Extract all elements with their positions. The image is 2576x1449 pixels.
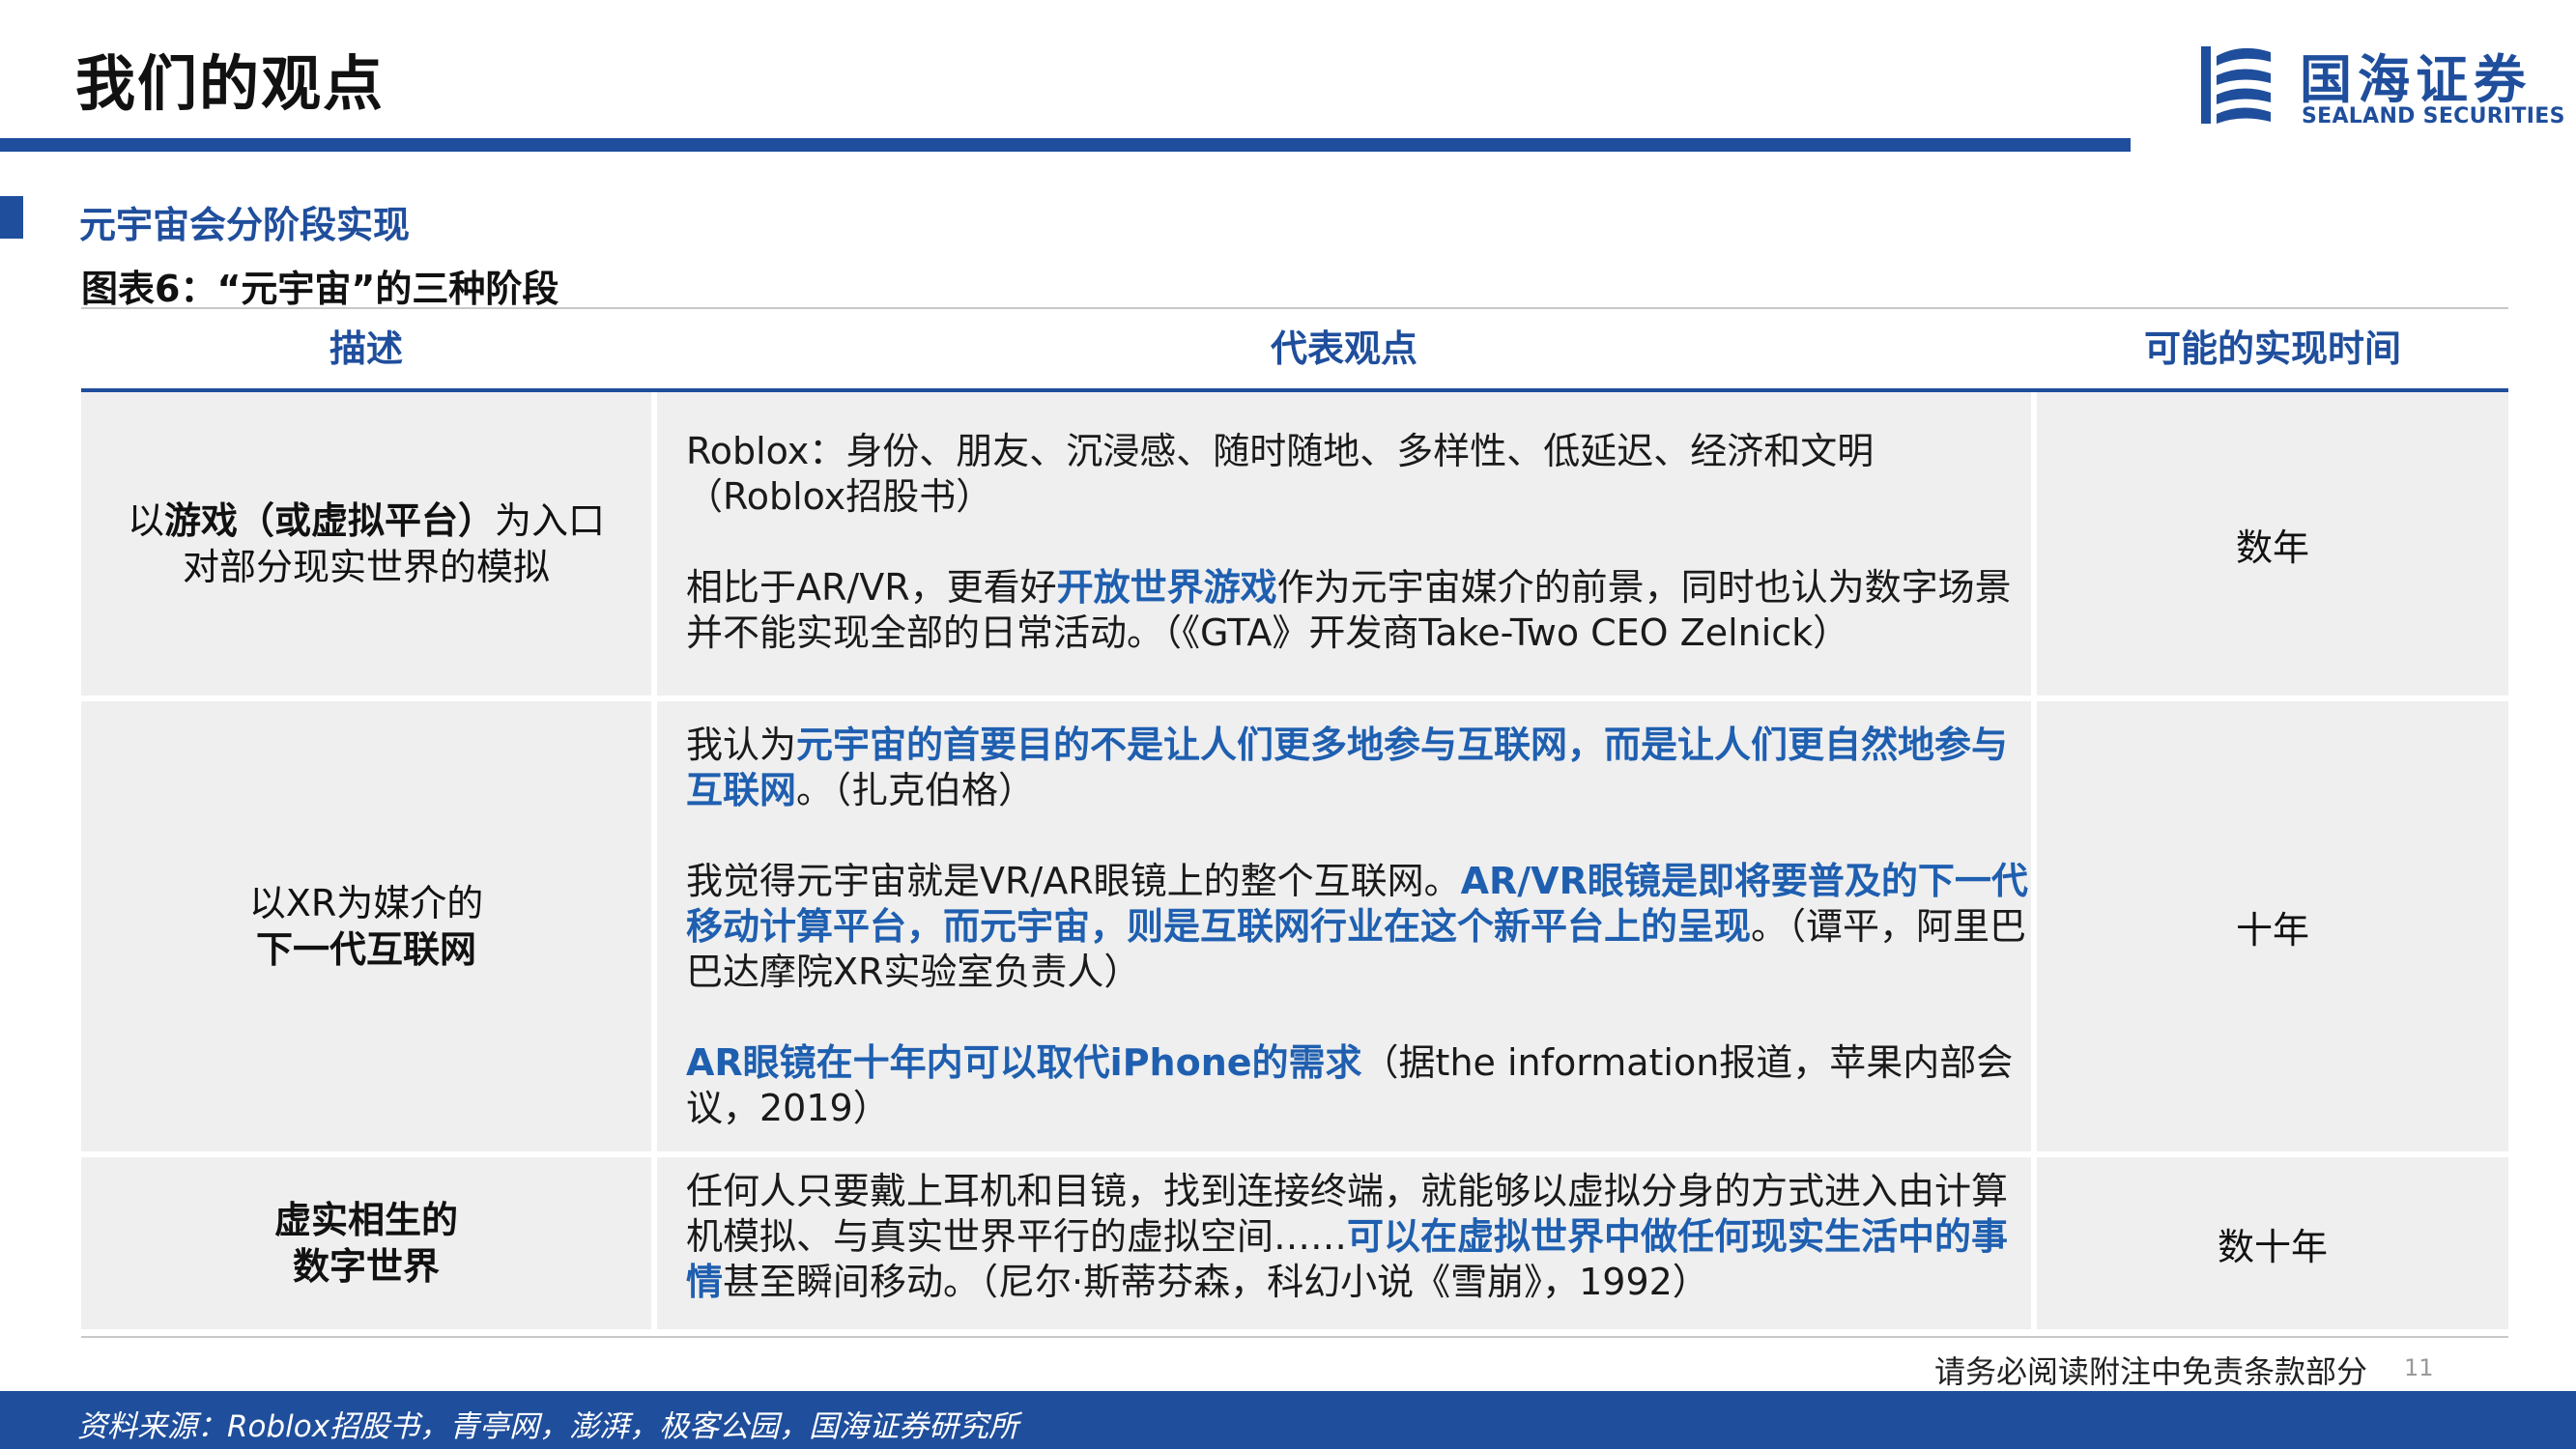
table-row: 虚实相生的 数字世界 任何人只要戴上耳机和目镜，找到连接终端，就能够以虚拟分身的…: [81, 1157, 2508, 1329]
row-description: 以游戏（或虚拟平台）为入口 对部分现实世界的模拟: [81, 392, 651, 696]
table-row: 以游戏（或虚拟平台）为入口 对部分现实世界的模拟 Roblox：身份、朋友、沉浸…: [81, 392, 2508, 696]
row-timeframe: 数十年: [2037, 1157, 2508, 1329]
viewpoint-paragraph: 任何人只要戴上耳机和目镜，找到连接终端，就能够以虚拟分身的方式进入由计算机模拟、…: [686, 1170, 2009, 1303]
viewpoint-paragraph: 我觉得元宇宙就是VR/AR眼镜上的整个互联网。AR/VR眼镜是即将要普及的下一代…: [686, 860, 2028, 993]
table-row: 以XR为媒介的 下一代互联网 我认为元宇宙的首要目的不是让人们更多地参与互联网，…: [81, 701, 2508, 1151]
logo-chinese-name: 国海证券: [2300, 49, 2532, 110]
viewpoint-paragraph: 相比于AR/VR，更看好开放世界游戏作为元宇宙媒介的前景，同时也认为数字场景并不…: [686, 566, 2012, 654]
highlight-text: AR眼镜在十年内可以取代iPhone的需求: [686, 1041, 1362, 1084]
desc-emphasis: 数字世界: [292, 1245, 440, 1288]
row-viewpoint: 任何人只要戴上耳机和目镜，找到连接终端，就能够以虚拟分身的方式进入由计算机模拟、…: [657, 1157, 2031, 1329]
row-description: 虚实相生的 数字世界: [81, 1157, 651, 1329]
page-title: 我们的观点: [75, 48, 386, 119]
desc-emphasis: 游戏（或虚拟平台）: [163, 499, 495, 542]
page-number: 11: [2404, 1354, 2434, 1381]
desc-emphasis: 下一代互联网: [255, 928, 476, 971]
sealand-logo-icon: [2201, 46, 2271, 124]
row-timeframe: 十年: [2037, 701, 2508, 1151]
section-title: 元宇宙会分阶段实现: [79, 204, 411, 246]
footer-bar: 资料来源：Roblox招股书，青亭网，澎湃，极客公园，国海证券研究所: [0, 1391, 2576, 1449]
viewpoint-paragraph: Roblox：身份、朋友、沉浸感、随时随地、多样性、低延迟、经济和文明（Robl…: [686, 430, 1875, 518]
header-timeframe: 可能的实现时间: [2143, 327, 2401, 370]
source-note: 资料来源：Roblox招股书，青亭网，澎湃，极客公园，国海证券研究所: [77, 1409, 1019, 1444]
figure-title: 图表6：“元宇宙”的三种阶段: [81, 268, 559, 310]
viewpoint-paragraph: 我认为元宇宙的首要目的不是让人们更多地参与互联网，而是让人们更自然地参与互联网。…: [686, 724, 2009, 811]
table-header: 描述 代表观点 可能的实现时间: [81, 307, 2508, 392]
desc-text: 以: [127, 499, 164, 542]
stages-table: 描述 代表观点 可能的实现时间 以游戏（或虚拟平台）为入口 对部分现实世界的模拟…: [81, 307, 2508, 1329]
desc-text: 为入口: [495, 499, 606, 542]
header-divider: [0, 138, 2131, 152]
row-viewpoint: 我认为元宇宙的首要目的不是让人们更多地参与互联网，而是让人们更自然地参与互联网。…: [657, 701, 2031, 1151]
section-marker: [0, 196, 23, 239]
table-bottom-divider: [81, 1336, 2508, 1338]
row-timeframe: 数年: [2037, 392, 2508, 696]
header-viewpoint: 代表观点: [1270, 327, 1417, 370]
header-description: 描述: [329, 327, 403, 370]
desc-emphasis: 虚实相生的: [273, 1199, 458, 1241]
row-viewpoint: Roblox：身份、朋友、沉浸感、随时随地、多样性、低延迟、经济和文明（Robl…: [657, 392, 2031, 696]
desc-text: 以XR为媒介的: [248, 882, 484, 924]
highlight-text: 开放世界游戏: [1056, 566, 1277, 609]
row-description: 以XR为媒介的 下一代互联网: [81, 701, 651, 1151]
disclaimer-text: 请务必阅读附注中免责条款部分: [1934, 1353, 2368, 1390]
company-logo: 国海证券 SEALAND SECURITIES: [2199, 43, 2564, 135]
viewpoint-paragraph: AR眼镜在十年内可以取代iPhone的需求（据the information报道…: [686, 1041, 2014, 1129]
desc-text: 对部分现实世界的模拟: [182, 546, 550, 588]
logo-english-name: SEALAND SECURITIES: [2302, 104, 2565, 128]
